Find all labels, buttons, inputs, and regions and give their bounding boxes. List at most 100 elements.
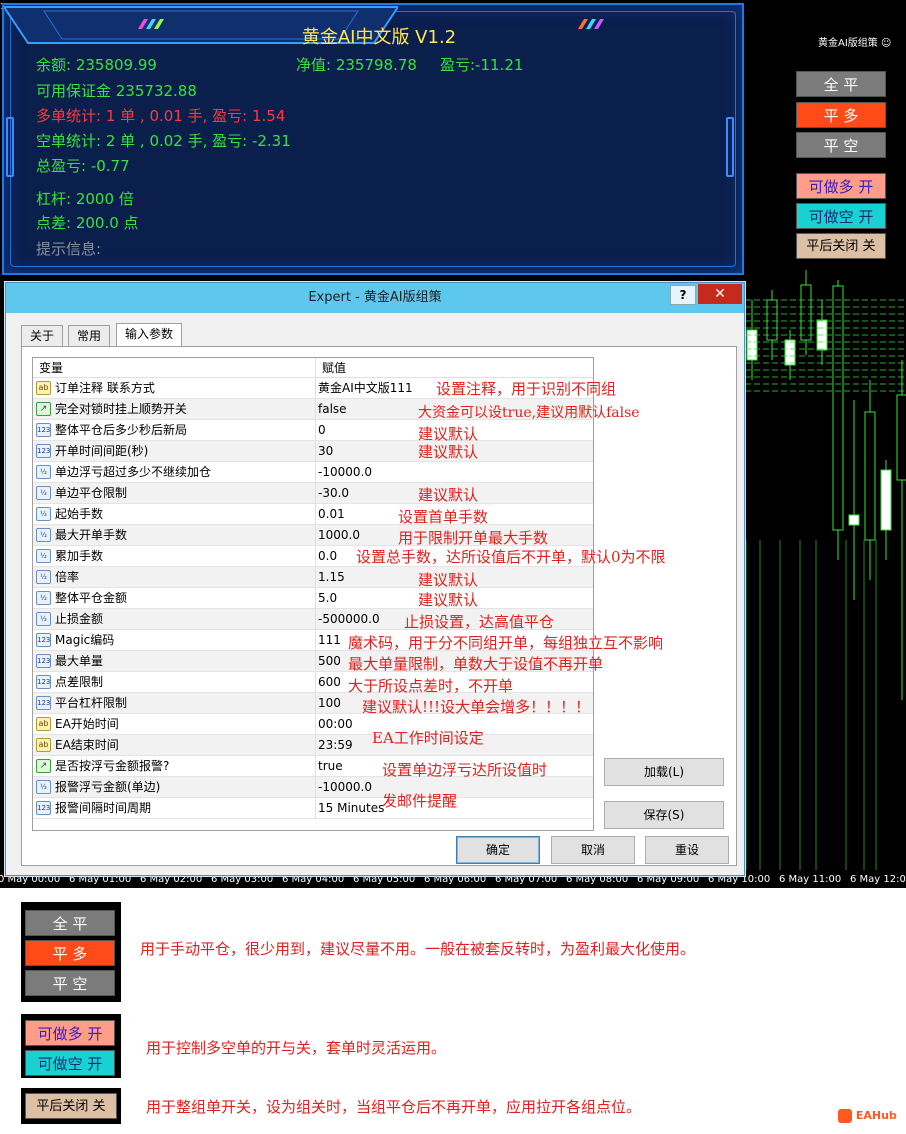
param-value[interactable]: 黄金AI中文版111 xyxy=(315,378,413,399)
note-max-orders: 最大单量限制，单数大于设值不再开单 xyxy=(348,655,604,673)
legend-stop-after-close: 平后关闭 关 xyxy=(25,1093,117,1119)
int-type-icon: 123 xyxy=(36,696,51,710)
spread-text: 点差: 200.0 点 xyxy=(36,214,139,232)
candle-body xyxy=(832,285,844,531)
col-header-variable[interactable]: 变量 xyxy=(33,358,315,378)
param-name: EA结束时间 xyxy=(55,738,119,752)
note-magic: 魔术码，用于分不同组开单，每组独立互不影响 xyxy=(348,634,664,652)
int-type-icon: 123 xyxy=(36,423,51,437)
note-spread: 大于所设点差时，不开单 xyxy=(348,677,514,695)
param-value[interactable]: 1000.0 xyxy=(315,525,360,546)
table-row[interactable]: ½ 起始手数 0.01 xyxy=(33,504,593,525)
param-value[interactable]: 100 xyxy=(315,693,341,714)
load-button[interactable]: 加载(L) xyxy=(604,758,724,786)
close-long-button[interactable]: 平 多 xyxy=(796,102,886,128)
tab-about[interactable]: 关于 xyxy=(21,325,64,347)
int-type-icon: 123 xyxy=(36,654,51,668)
double-type-icon: ½ xyxy=(36,528,51,542)
ea-dashboard: 黄金AI中文版 V1.2 余额: 235809.99 净值: 235798.78… xyxy=(2,3,744,275)
screenshot: 18 黄金AI版组策 ☺ 全 平 平 多 平 空 可做多 开 可做空 开 平后关… xyxy=(0,0,906,1134)
table-row[interactable]: ½ 整体平仓金额 5.0 xyxy=(33,588,593,609)
time-tick-label: 6 May 12:00 xyxy=(850,874,906,885)
note-stoploss: 止损设置，达高值平仓 xyxy=(404,613,555,631)
candle-body xyxy=(848,514,860,526)
ok-button[interactable]: 确定 xyxy=(456,836,540,864)
param-value[interactable]: 00:00 xyxy=(315,714,353,735)
param-value[interactable]: -10000.0 xyxy=(315,777,372,798)
help-button[interactable]: ? xyxy=(670,285,696,305)
table-row[interactable]: 123 整体平仓后多少秒后新局 0 xyxy=(33,420,593,441)
note-default-2: 建议默认 xyxy=(418,443,479,461)
param-value[interactable]: 0 xyxy=(315,420,326,441)
string-type-icon: ab xyxy=(36,738,51,752)
stop-after-close-toggle[interactable]: 平后关闭 关 xyxy=(796,233,886,259)
table-row[interactable]: ½ 单边浮亏超过多少不继续加仓 -10000.0 xyxy=(33,462,593,483)
param-value[interactable]: 23:59 xyxy=(315,735,353,756)
param-value[interactable]: 15 Minutes xyxy=(315,798,384,819)
legend-allow-long: 可做多 开 xyxy=(25,1020,115,1046)
legend-group-switch: 平后关闭 关 xyxy=(21,1088,121,1124)
param-name: EA开始时间 xyxy=(55,717,119,731)
param-name: 是否按浮亏金额报警? xyxy=(55,759,170,773)
expert-dialog: Expert - 黄金AI版组策 ? ✕ 关于 常用 输入参数 变量 赋值 ab… xyxy=(5,282,745,876)
int-type-icon: 123 xyxy=(36,801,51,815)
col-header-value[interactable]: 赋值 xyxy=(315,358,593,378)
note-start-lots: 设置首单手数 xyxy=(398,508,489,526)
param-value[interactable]: 111 xyxy=(315,630,341,651)
param-name: 完全对锁时挂上顺势开关 xyxy=(55,402,188,416)
param-value[interactable]: 5.0 xyxy=(315,588,337,609)
close-all-button[interactable]: 全 平 xyxy=(796,71,886,97)
param-name: 最大开单手数 xyxy=(55,528,128,542)
note-leverage: 建议默认!!!设大单会增多！！！！ xyxy=(362,698,591,716)
table-row[interactable]: ½ 倍率 1.15 xyxy=(33,567,593,588)
table-row[interactable]: 123 报警间隔时间周期 15 Minutes xyxy=(33,798,593,819)
double-type-icon: ½ xyxy=(36,780,51,794)
param-name: 订单注释 联系方式 xyxy=(55,381,155,395)
long-stats-text: 多单统计: 1 单 , 0.01 手, 盈亏: 1.54 xyxy=(36,107,286,125)
reset-button[interactable]: 重设 xyxy=(645,836,729,864)
table-row[interactable]: 123 开单时间间距(秒) 30 xyxy=(33,441,593,462)
param-value[interactable]: 0.0 xyxy=(315,546,337,567)
param-value[interactable]: false xyxy=(315,399,347,420)
save-button[interactable]: 保存(S) xyxy=(604,801,724,829)
note-alert-2: 发邮件提醒 xyxy=(382,792,458,810)
param-value[interactable]: true xyxy=(315,756,343,777)
total-pl-text: 总盈亏: -0.77 xyxy=(36,157,130,175)
balance-text: 余额: 235809.99 xyxy=(36,56,157,74)
close-short-button[interactable]: 平 空 xyxy=(796,132,886,158)
table-row[interactable]: ½ 单边平仓限制 -30.0 xyxy=(33,483,593,504)
inputs-panel: 变量 赋值 ab 订单注释 联系方式 黄金AI中文版111 ↗ 完全对锁时挂上顺势开关 f… xyxy=(21,346,737,866)
double-type-icon: ½ xyxy=(36,591,51,605)
int-type-icon: 123 xyxy=(36,633,51,647)
close-button[interactable]: ✕ xyxy=(698,284,742,304)
tab-inputs[interactable]: 输入参数 xyxy=(116,323,183,347)
int-type-icon: 123 xyxy=(36,675,51,689)
param-value[interactable]: -10000.0 xyxy=(315,462,372,483)
param-name: Magic编码 xyxy=(55,633,115,647)
param-value[interactable]: 30 xyxy=(315,441,333,462)
param-value[interactable]: 500 xyxy=(315,651,341,672)
double-type-icon: ½ xyxy=(36,507,51,521)
allow-short-toggle[interactable]: 可做空 开 xyxy=(796,203,886,229)
pl-text: 盈亏:-11.21 xyxy=(440,56,524,74)
table-row[interactable]: ab EA开始时间 00:00 xyxy=(33,714,593,735)
bool-type-icon: ↗ xyxy=(36,759,51,773)
param-value[interactable]: 1.15 xyxy=(315,567,345,588)
table-row[interactable]: ab EA结束时间 23:59 xyxy=(33,735,593,756)
legend-close-all: 全 平 xyxy=(25,910,115,936)
param-value[interactable]: 0.01 xyxy=(315,504,345,525)
tab-common[interactable]: 常用 xyxy=(68,325,111,347)
param-name: 最大单量 xyxy=(55,654,104,668)
param-value[interactable]: -30.0 xyxy=(315,483,349,504)
free-margin-text: 可用保证金 235732.88 xyxy=(36,82,197,100)
legend-toggle-buttons: 可做多 开 可做空 开 xyxy=(21,1014,121,1078)
param-value[interactable]: 600 xyxy=(315,672,341,693)
param-value[interactable]: -500000.0 xyxy=(315,609,380,630)
table-row[interactable]: ½ 报警浮亏金额(单边) -10000.0 xyxy=(33,777,593,798)
legend-text-toggle: 用于控制多空单的开与关，套单时灵活运用。 xyxy=(146,1039,447,1057)
watermark: EAHub xyxy=(838,1109,897,1123)
candle-body xyxy=(864,411,876,541)
allow-long-toggle[interactable]: 可做多 开 xyxy=(796,173,886,199)
cancel-button[interactable]: 取消 xyxy=(551,836,635,864)
smiley-icon: ☺ xyxy=(880,38,892,49)
